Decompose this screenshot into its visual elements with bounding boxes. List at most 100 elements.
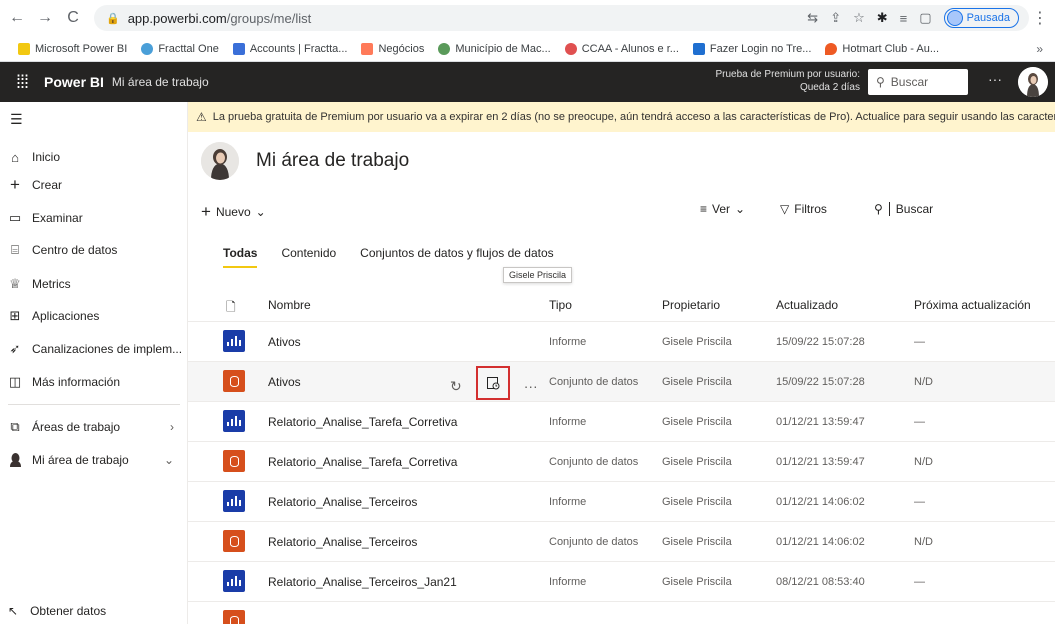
filters-button[interactable]: ▽ Filtros — [780, 202, 827, 216]
folder-icon: ▭ — [8, 210, 22, 225]
table-row[interactable]: Ativos ↻ ··· Conjunto de datos Gisele Pr… — [188, 362, 1055, 402]
database-icon: ⌸ — [11, 242, 19, 257]
reload-icon[interactable]: C — [62, 7, 84, 29]
bookmark-item[interactable]: Microsoft Power BI — [18, 43, 127, 55]
refresh-icon[interactable]: ↻ — [450, 378, 462, 395]
nav-item-create[interactable]: + Crear — [0, 170, 188, 200]
nav-item-metrics[interactable]: ♕ Metrics — [0, 269, 188, 299]
item-name[interactable]: Ativos — [268, 335, 301, 349]
bookmark-item[interactable]: Fazer Login no Tre... — [692, 43, 811, 55]
table-row[interactable]: Relatorio_Analise_Terceiros Informe Gise… — [188, 482, 1055, 522]
table-header: 🗋 Nombre Tipo Propietario Actualizado Pr… — [188, 286, 1055, 322]
nav-divider — [8, 404, 180, 405]
workspaces-icon: ⧉ — [10, 419, 20, 434]
chevron-down-icon: ⌄ — [735, 202, 746, 216]
column-owner[interactable]: Propietario — [662, 298, 720, 312]
column-updated[interactable]: Actualizado — [776, 298, 838, 312]
header-workspace-name: Mi área de trabajo — [111, 75, 209, 89]
item-name[interactable]: Ativos — [268, 375, 301, 389]
item-next-refresh: N/D — [914, 536, 933, 548]
url-host: app.powerbi.com — [127, 10, 227, 26]
filter-icon: ▽ — [780, 202, 790, 216]
nav-item-browse[interactable]: ▭ Examinar — [0, 203, 188, 233]
column-type[interactable]: Tipo — [549, 298, 572, 312]
star-icon[interactable]: ☆ — [853, 10, 865, 26]
translate-icon[interactable]: ⇆ — [807, 10, 818, 26]
share-icon[interactable]: ⇪ — [830, 10, 841, 26]
item-name[interactable]: Relatorio_Analise_Tarefa_Corretiva — [268, 415, 457, 429]
tab-all[interactable]: Todas — [223, 246, 258, 268]
hamburger-icon[interactable]: ☰ — [10, 111, 23, 128]
workspace-content: Mi área de trabajo + Nuevo ⌄ ≡ Ver ⌄ ▽ Filtro… — [188, 132, 1055, 624]
item-name[interactable]: Relatorio_Analise_Terceiros — [268, 495, 417, 509]
more-options-icon[interactable]: ··· — [524, 378, 538, 394]
item-type: Conjunto de datos — [549, 536, 639, 548]
table-row[interactable]: Relatorio_Analise_Tarefa_Corretiva Conju… — [188, 442, 1055, 482]
item-owner: Gisele Priscila — [662, 376, 732, 388]
forward-icon[interactable]: → — [34, 7, 56, 29]
user-avatar[interactable] — [1018, 67, 1048, 97]
chevron-down-icon: ⌄ — [255, 205, 266, 219]
bookmark-item[interactable]: Município de Mac... — [438, 43, 551, 55]
item-next-refresh: N/D — [914, 456, 933, 468]
browser-menu-icon[interactable]: ⋮ — [1029, 7, 1051, 29]
column-name[interactable]: Nombre — [268, 298, 311, 312]
schedule-refresh-icon[interactable] — [475, 366, 510, 400]
table-row[interactable]: Relatorio_Analise_Terceiros Conjunto de … — [188, 522, 1055, 562]
text-cursor — [888, 202, 890, 216]
reading-list-icon[interactable]: ≡ — [900, 11, 908, 26]
table-row[interactable]: Relatorio_Analise_Tarefa_Corretiva Infor… — [188, 402, 1055, 442]
header-search-input[interactable]: ⚲ Buscar — [868, 69, 968, 95]
address-bar[interactable]: 🔒 app.powerbi.com/groups/me/list ⇆ ⇪ ☆ ✱… — [94, 5, 1029, 31]
sidepanel-icon[interactable]: ▢ — [919, 10, 931, 26]
item-next-refresh: — — [914, 416, 925, 428]
bookmark-item[interactable]: CCAA - Alunos e r... — [564, 43, 679, 55]
url-path: /groups/me/list — [226, 10, 312, 26]
nav-item-pipelines[interactable]: ➶ Canalizaciones de implem... — [0, 334, 188, 364]
table-row[interactable]: Ativos Informe Gisele Priscila 15/09/22 … — [188, 322, 1055, 362]
tab-datasets[interactable]: Conjuntos de datos y flujos de datos — [360, 246, 553, 268]
ccaa-favicon-icon — [564, 43, 577, 55]
item-type: Conjunto de datos — [549, 456, 639, 468]
report-icon — [223, 570, 245, 592]
premium-trial-banner: ⚠ La prueba gratuita de Premium por usua… — [188, 102, 1055, 132]
nav-item-workspaces[interactable]: ⧉ Áreas de trabajo › — [0, 412, 188, 442]
trial-notice[interactable]: Prueba de Premium por usuario: Queda 2 d… — [700, 68, 860, 94]
profile-avatar — [946, 10, 963, 26]
bookmark-item[interactable]: Negócios — [361, 43, 424, 55]
tab-content[interactable]: Contenido — [281, 246, 336, 268]
table-row[interactable] — [188, 602, 1055, 624]
profile-button[interactable]: Pausada — [943, 8, 1019, 28]
content-search-input[interactable]: ⚲ Buscar — [874, 196, 1034, 222]
back-icon[interactable]: ← — [6, 7, 28, 29]
nav-item-learn[interactable]: ◫ Más información — [0, 367, 188, 397]
item-name[interactable]: Relatorio_Analise_Terceiros_Jan21 — [268, 575, 457, 589]
nav-item-home[interactable]: ⌂ Inicio — [0, 142, 188, 172]
brand-name[interactable]: Power BI — [44, 74, 104, 90]
bookmark-item[interactable]: Accounts | Fractta... — [232, 43, 347, 55]
bookmark-item[interactable]: Hotmart Club - Au... — [825, 43, 939, 55]
header-more-icon[interactable]: ··· — [988, 71, 1002, 87]
item-name[interactable]: Relatorio_Analise_Tarefa_Corretiva — [268, 455, 457, 469]
new-button[interactable]: + Nuevo ⌄ — [201, 202, 266, 222]
item-next-refresh: N/D — [914, 376, 933, 388]
address-row: ← → C 🔒 app.powerbi.com/groups/me/list ⇆… — [0, 0, 1055, 36]
app-launcher-icon[interactable]: ⁞⁞⁞ — [0, 72, 44, 93]
item-type: Conjunto de datos — [549, 376, 639, 388]
owner-tooltip: Gisele Priscila — [503, 267, 573, 283]
nav-item-my-workspace[interactable]: Mi área de trabajo ⌄ — [0, 445, 188, 475]
nav-item-apps[interactable]: ⊞ Aplicaciones — [0, 301, 188, 331]
left-nav: ☰ ⌂ Inicio + Crear ▭ Examinar ⌸ Centro de da… — [0, 102, 188, 624]
view-button[interactable]: ≡ Ver ⌄ — [700, 202, 745, 216]
bookmarks-more-button[interactable]: » — [1036, 42, 1043, 56]
bookmark-item[interactable]: Fracttal One — [141, 43, 219, 55]
column-next-refresh[interactable]: Próxima actualización — [914, 298, 1031, 312]
get-data-button[interactable]: ↖ Obtener datos — [8, 604, 106, 618]
table-row[interactable]: Relatorio_Analise_Terceiros_Jan21 Inform… — [188, 562, 1055, 602]
nav-item-datahub[interactable]: ⌸ Centro de datos — [0, 235, 188, 265]
extensions-icon[interactable]: ✱ — [877, 10, 888, 26]
search-icon: ⚲ — [874, 202, 883, 216]
item-next-refresh: — — [914, 496, 925, 508]
item-name[interactable]: Relatorio_Analise_Terceiros — [268, 535, 417, 549]
type-column-icon[interactable]: 🗋 — [226, 298, 236, 319]
